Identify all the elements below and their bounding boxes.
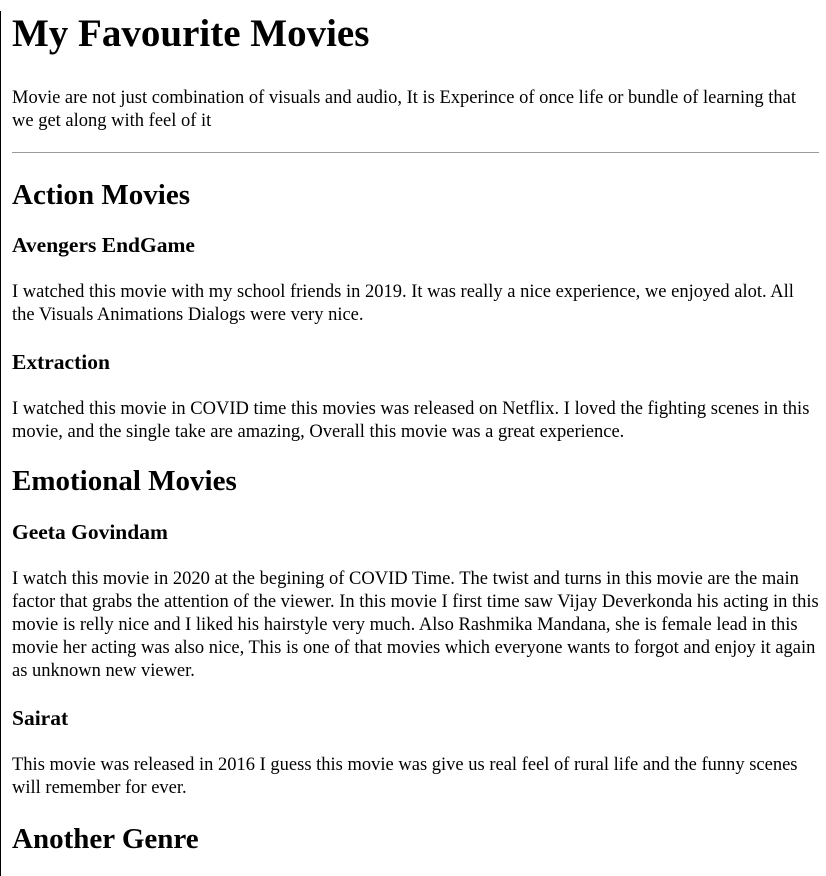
section-heading-action: Action Movies (12, 179, 190, 211)
page-title: My Favourite Movies (12, 12, 370, 55)
section-heading-another-genre: Another Genre (12, 823, 199, 855)
section-heading-emotional: Emotional Movies (12, 465, 237, 497)
intro-paragraph: Movie are not just combination of visual… (12, 88, 796, 131)
movie-description-sairat: This movie was released in 2016 I guess … (12, 755, 798, 798)
movie-title-sairat: Sairat (12, 706, 69, 730)
movie-description-extraction: I watched this movie in COVID time this … (12, 399, 810, 442)
movie-description-geeta-govindam: I watch this movie in 2020 at the begini… (12, 569, 819, 681)
movie-title-geeta-govindam: Geeta Govindam (12, 520, 168, 544)
page-content: My Favourite Movies Movie are not just c… (1, 11, 826, 856)
movie-title-avengers-endgame: Avengers EndGame (12, 233, 195, 257)
movie-description-avengers-endgame: I watched this movie with my school frie… (12, 282, 794, 325)
movie-title-extraction: Extraction (12, 350, 110, 374)
divider (12, 152, 819, 153)
